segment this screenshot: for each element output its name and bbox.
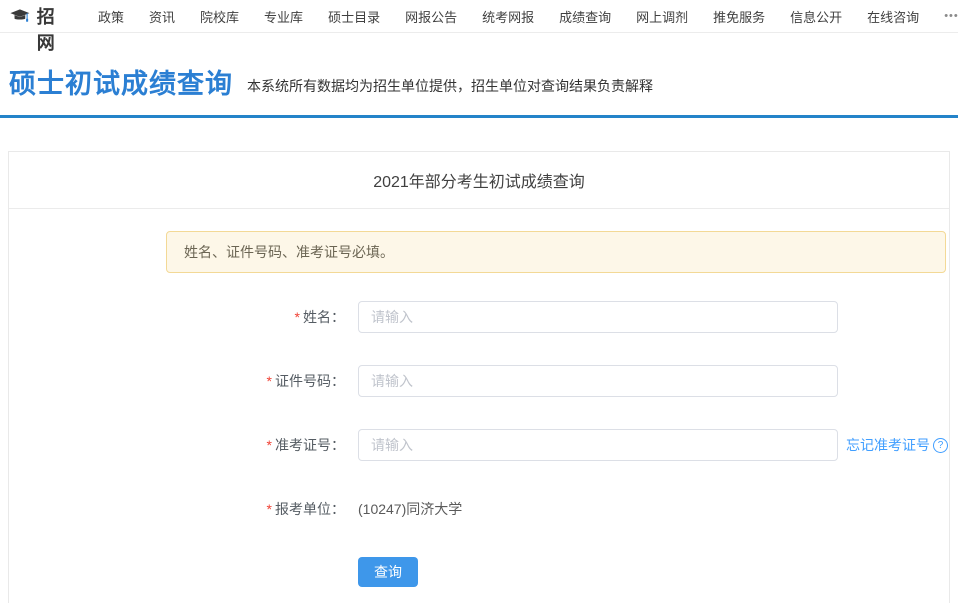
nav-item-schools[interactable]: 院校库 [200, 7, 239, 26]
page-subtitle: 本系统所有数据均为招生单位提供，招生单位对查询结果负责解释 [247, 77, 653, 94]
nav-item-news[interactable]: 资讯 [149, 7, 175, 26]
required-asterisk: * [266, 437, 272, 453]
header-divider [0, 115, 958, 118]
card-title: 2021年部分考生初试成绩查询 [373, 174, 585, 191]
nav-item-register[interactable]: 统考网报 [482, 7, 534, 26]
nav-item-consult[interactable]: 在线咨询 [867, 7, 919, 26]
page-header: 硕士初试成绩查询 本系统所有数据均为招生单位提供，招生单位对查询结果负责解释 [0, 33, 958, 115]
card-body: 姓名、证件号码、准考证号必填。 *姓名： *证件号码： *准考证号： [9, 209, 949, 587]
more-icon[interactable]: ••• [944, 10, 958, 22]
required-asterisk: * [294, 309, 300, 325]
admission-ticket-label: * 准考证号： [266, 437, 345, 453]
nav-item-scores[interactable]: 成绩查询 [559, 7, 611, 26]
nav-item-announce[interactable]: 网报公告 [405, 7, 457, 26]
forgot-ticket-text: 忘记准考证号 [846, 437, 930, 453]
score-query-form: *姓名： *证件号码： *准考证号： 忘记准考证号 ? [9, 301, 949, 587]
nav-item-majors[interactable]: 专业库 [264, 7, 303, 26]
nav-menu: 政策 资讯 院校库 专业库 硕士目录 网报公告 统考网报 成绩查询 网上调剂 推… [98, 7, 958, 26]
site-logo[interactable]: 研招网 [10, 0, 70, 55]
question-circle-icon[interactable]: ? [933, 437, 948, 453]
id-number-label: * 证件号码： [266, 373, 345, 389]
nav-item-adjustment[interactable]: 网上调剂 [636, 7, 688, 26]
required-fields-notice: 姓名、证件号码、准考证号必填。 [166, 231, 946, 273]
nav-item-exemption[interactable]: 推免服务 [713, 7, 765, 26]
form-row-target-unit: * 报考单位： (10247)同济大学 [9, 493, 949, 525]
target-unit-label: * 报考单位： [266, 501, 345, 517]
admission-ticket-input[interactable] [358, 429, 838, 461]
id-number-input[interactable] [358, 365, 838, 397]
required-asterisk: * [266, 501, 272, 517]
card-header: 2021年部分考生初试成绩查询 [9, 152, 949, 209]
graduation-cap-icon [10, 9, 30, 22]
target-unit-value: (10247)同济大学 [358, 501, 463, 517]
notice-text: 姓名、证件号码、准考证号必填。 [184, 244, 394, 260]
forgot-ticket-link[interactable]: 忘记准考证号 ? [846, 435, 948, 455]
site-brand-name[interactable]: 研招网 [37, 0, 70, 55]
score-query-card: 2021年部分考生初试成绩查询 姓名、证件号码、准考证号必填。 *姓名： *证件… [8, 151, 950, 603]
top-navbar: 研招网 政策 资讯 院校库 专业库 硕士目录 网报公告 统考网报 成绩查询 网上… [0, 0, 958, 53]
required-asterisk: * [266, 373, 272, 389]
form-actions: 查询 [358, 557, 949, 587]
nav-item-catalog[interactable]: 硕士目录 [328, 7, 380, 26]
nav-item-policy[interactable]: 政策 [98, 7, 124, 26]
name-input[interactable] [358, 301, 838, 333]
nav-item-disclosure[interactable]: 信息公开 [790, 7, 842, 26]
form-row-name: * 姓名： [9, 301, 949, 333]
name-label: * 姓名： [294, 309, 345, 325]
query-button[interactable]: 查询 [358, 557, 418, 587]
form-row-admission-ticket: *准考证号： 忘记准考证号 ? [9, 429, 949, 461]
page-title: 硕士初试成绩查询 [9, 69, 233, 99]
form-row-id-number: * 证件号码： [9, 365, 949, 397]
